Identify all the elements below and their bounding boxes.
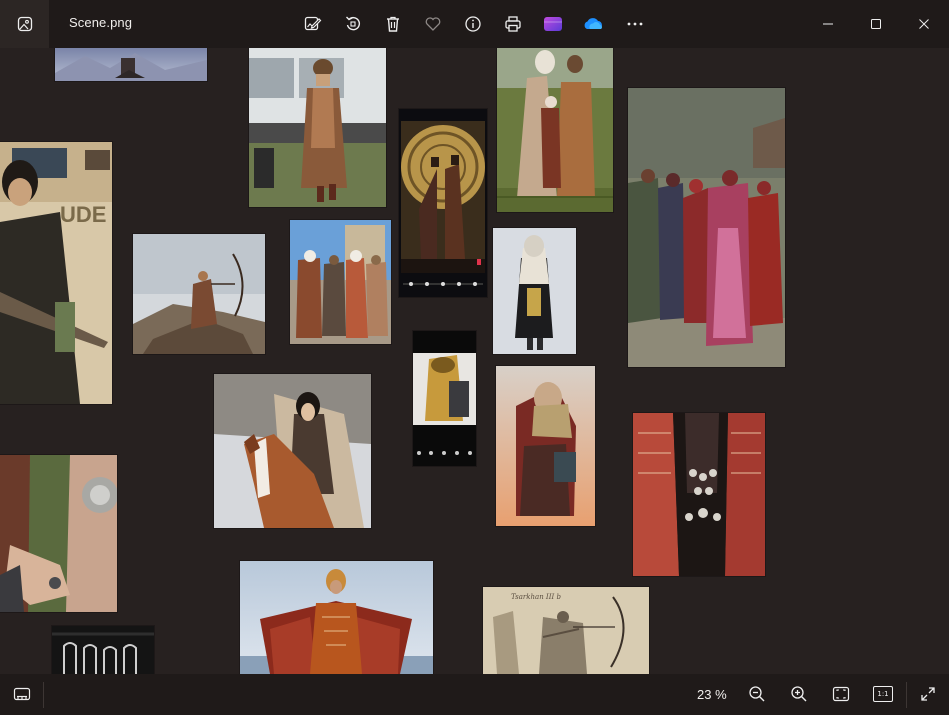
info-icon	[464, 15, 482, 33]
fit-to-window-button[interactable]	[829, 682, 853, 706]
onedrive-button[interactable]	[581, 12, 605, 36]
delete-button[interactable]	[381, 12, 405, 36]
actual-size-button[interactable]: 1:1	[871, 682, 895, 706]
image-canvas[interactable]: UDE Tsarkhan III b	[0, 48, 949, 674]
photo-desert-rider	[496, 366, 595, 526]
actual-size-icon: 1:1	[873, 686, 893, 702]
rotate-icon	[344, 15, 362, 33]
photo-white-figure	[493, 228, 576, 354]
file-name-title: Scene.png	[69, 15, 133, 30]
photo-hands-jewelry	[0, 455, 117, 612]
photo-mountain-top	[55, 48, 207, 81]
photo-group-village	[628, 88, 785, 367]
clipchamp-icon	[543, 15, 563, 33]
photos-app-icon	[17, 16, 33, 32]
heart-icon	[424, 15, 442, 33]
photo-embroidery-bottom	[52, 626, 154, 674]
close-icon	[918, 18, 930, 30]
favorite-button[interactable]	[421, 12, 445, 36]
zoom-out-icon	[748, 685, 766, 703]
separator	[906, 682, 907, 708]
photo-horse-rider	[214, 374, 371, 528]
rotate-button[interactable]	[341, 12, 365, 36]
maximize-button[interactable]	[864, 12, 888, 36]
sketch-caption: Tsarkhan III b	[511, 593, 561, 601]
info-button[interactable]	[461, 12, 485, 36]
filmstrip-button[interactable]	[10, 682, 34, 706]
clipchamp-button[interactable]	[541, 12, 565, 36]
more-icon	[626, 15, 644, 33]
bottom-bar: 23 % 1:1	[0, 674, 949, 715]
print-button[interactable]	[501, 12, 525, 36]
photo-jewelry-dress	[633, 413, 765, 576]
photo-warrior-left: UDE	[0, 142, 112, 404]
zoom-in-button[interactable]	[787, 682, 811, 706]
photo-phone-mask	[413, 331, 476, 466]
photo-phone-pair	[399, 109, 487, 297]
separator	[43, 682, 44, 708]
fit-to-window-icon	[832, 686, 850, 702]
print-icon	[504, 15, 522, 33]
close-button[interactable]	[912, 12, 936, 36]
app-button[interactable]	[0, 0, 49, 48]
minimize-button[interactable]	[816, 12, 840, 36]
zoom-out-button[interactable]	[745, 682, 769, 706]
title-bar: Scene.png	[0, 0, 949, 48]
photo-three-costumes	[290, 220, 391, 344]
zoom-level-label: 23 %	[697, 687, 727, 702]
delete-icon	[384, 15, 402, 33]
filmstrip-icon	[13, 686, 31, 702]
photos-viewer-window: Scene.png UDE Tsarkhan III b 23 % 1:1	[0, 0, 949, 715]
photo-archer-sketch: Tsarkhan III b	[483, 587, 649, 674]
photo-woman-truck	[249, 48, 386, 207]
more-button[interactable]	[623, 12, 647, 36]
fullscreen-icon	[920, 686, 936, 702]
fullscreen-button[interactable]	[916, 682, 940, 706]
photo-archer-rock	[133, 234, 265, 354]
photo-family-field	[497, 48, 613, 212]
photo-robe-spread	[240, 561, 433, 674]
onedrive-icon	[582, 16, 604, 32]
svg-text:UDE: UDE	[60, 202, 106, 227]
zoom-in-icon	[790, 685, 808, 703]
edit-icon	[304, 15, 322, 33]
maximize-icon	[870, 18, 882, 30]
edit-button[interactable]	[301, 12, 325, 36]
minimize-icon	[822, 18, 834, 30]
